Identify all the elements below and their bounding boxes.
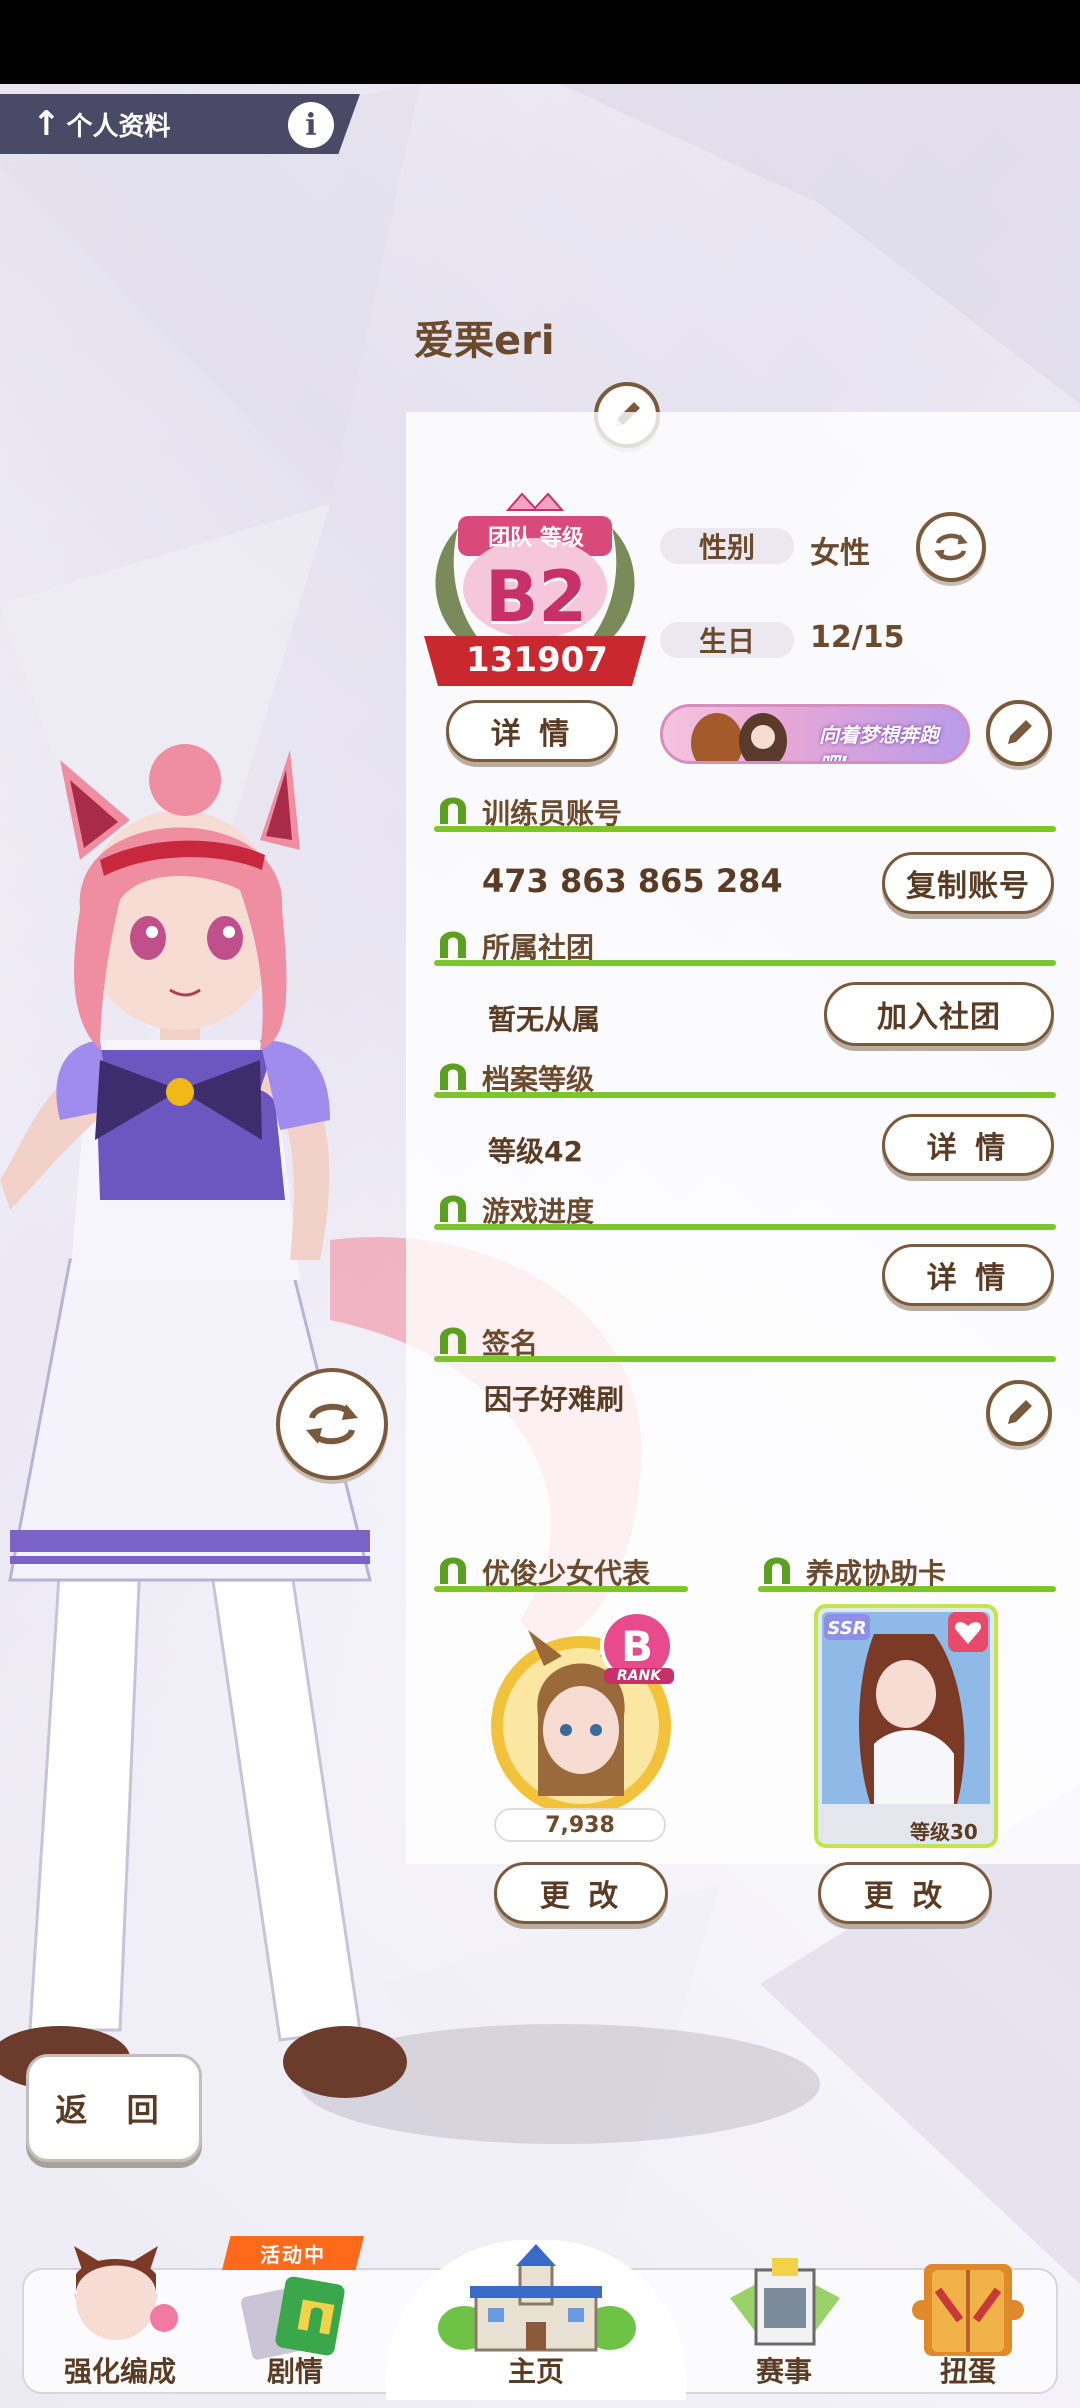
nav-item-story[interactable]: 剧情 [210, 2268, 380, 2394]
rank-score: 131907 [466, 640, 608, 680]
birthday-label: 生日 [660, 622, 794, 658]
pencil-icon [1008, 1400, 1032, 1424]
page-title: 个人资料 [66, 111, 171, 142]
support-card-art[interactable] [814, 1604, 998, 1848]
section-divider [434, 1224, 1056, 1230]
horseshoe-icon [440, 1327, 466, 1354]
horseshoe-icon [440, 931, 466, 958]
join-club-button[interactable]: 加入社团 [824, 982, 1054, 1046]
story-book-icon [241, 2276, 345, 2360]
edit-signature-button[interactable] [986, 1380, 1052, 1446]
copy-account-button[interactable]: 复制账号 [882, 852, 1054, 914]
section-divider [434, 1356, 1056, 1362]
game-progress-details-button[interactable]: 详 情 [882, 1244, 1054, 1306]
gender-label: 性别 [660, 528, 794, 564]
nav-item-races[interactable]: 赛事 [694, 2254, 874, 2394]
gacha-gate-icon [912, 2264, 1024, 2356]
nav-item-home[interactable]: 主页 [400, 2238, 672, 2394]
section-divider [758, 1586, 1056, 1592]
horseshoe-icon [440, 1195, 466, 1222]
fan-count: 7,938 [494, 1808, 666, 1842]
birthday-value: 12/15 [810, 620, 905, 655]
section-club: 所属社团 [434, 924, 1056, 966]
swap-icon [306, 1403, 358, 1445]
horseshoe-icon [764, 1557, 790, 1584]
back-button[interactable]: 返 回 [26, 2054, 202, 2162]
change-gender-button[interactable] [916, 512, 986, 582]
section-trainer-account: 训练员账号 [434, 790, 1056, 832]
event-active-tag: 活动中 [222, 2236, 364, 2270]
back-arrow-icon[interactable]: ↑ [32, 107, 61, 141]
banner-character-art [691, 713, 787, 761]
swap-character-button[interactable] [276, 1368, 388, 1480]
swap-icon [934, 533, 968, 561]
status-bar [0, 0, 1080, 84]
section-profile-level: 档案等级 [434, 1056, 1056, 1098]
rank-details-button[interactable]: 详 情 [446, 700, 618, 762]
rank-caption: 团队 等级 [488, 526, 584, 551]
nav-label: 扭蛋 [939, 2355, 996, 2388]
school-building-icon [438, 2244, 636, 2352]
race-gate-icon [730, 2258, 840, 2346]
section-divider [434, 960, 1056, 966]
nav-label: 强化编成 [63, 2355, 176, 2388]
profile-level-details-button[interactable]: 详 情 [882, 1114, 1054, 1176]
section-signature: 签名 [434, 1320, 1056, 1362]
club-value: 暂无从属 [488, 1003, 601, 1036]
pencil-icon [1008, 720, 1032, 744]
section-game-progress: 游戏进度 [434, 1188, 1056, 1230]
edit-banner-button[interactable] [986, 700, 1052, 766]
card-level: 等级30 [910, 1820, 978, 1844]
info-icon[interactable]: i [288, 102, 334, 148]
nav-label: 剧情 [266, 2355, 323, 2388]
rank-caption-small: RANK [604, 1668, 674, 1684]
trainer-id: 473 863 865 284 [482, 862, 783, 900]
gender-value: 女性 [810, 536, 870, 571]
banner-text: 向着梦想奔跑吧! [819, 723, 939, 764]
trainer-name: 爱栗eri [414, 318, 555, 364]
horseshoe-icon [440, 1557, 466, 1584]
change-support-card-button[interactable]: 更 改 [818, 1862, 992, 1924]
card-rarity: SSR [827, 1618, 867, 1639]
nav-label: 主页 [507, 2355, 564, 2388]
section-support-card: 养成协助卡 [758, 1550, 1056, 1592]
rank-grade: B2 [484, 556, 588, 638]
section-divider [434, 826, 1056, 832]
page-header: ↑ 个人资料 i [0, 94, 360, 154]
nav-item-gacha[interactable]: 扭蛋 [882, 2254, 1054, 2394]
horseshoe-icon [440, 1063, 466, 1090]
change-representative-button[interactable]: 更 改 [494, 1862, 668, 1924]
profile-level-value: 等级42 [488, 1135, 583, 1168]
nav-label: 赛事 [755, 2355, 812, 2388]
section-divider [434, 1586, 688, 1592]
horseshoe-icon [440, 797, 466, 824]
nav-item-enhance[interactable]: 强化编成 [40, 2238, 200, 2394]
section-divider [434, 1092, 1056, 1098]
signature-text: 因子好难刷 [484, 1383, 625, 1416]
trainee-avatar-icon [74, 2246, 178, 2340]
profile-banner[interactable]: 向着梦想奔跑吧! [660, 704, 970, 764]
section-representative: 优俊少女代表 [434, 1550, 688, 1592]
